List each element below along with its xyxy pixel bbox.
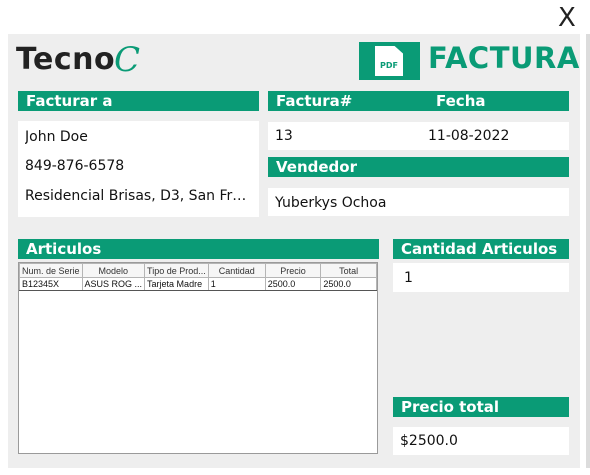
items-table-header-row: Num. de Serie Modelo Tipo de Prod... Can… bbox=[19, 263, 377, 278]
items-table: Num. de Serie Modelo Tipo de Prod... Can… bbox=[19, 263, 377, 291]
customer-address: Residencial Brisas, D3, San Fra... bbox=[25, 188, 253, 204]
brand-name: Tecno bbox=[16, 42, 116, 77]
cell-model[interactable]: ASUS ROG ... bbox=[81, 277, 146, 291]
pdf-icon: PDF bbox=[375, 46, 403, 76]
invoice-number: 13 bbox=[275, 128, 293, 144]
invoice-number-header: Factura# bbox=[276, 92, 353, 110]
cell-price[interactable]: 2500.0 bbox=[264, 277, 322, 291]
document-title: FACTURA bbox=[428, 41, 580, 75]
total-header: Precio total bbox=[393, 397, 569, 417]
column-header-price[interactable]: Precio bbox=[264, 263, 322, 278]
bill-to-box: John Doe 849-876-6578 Residencial Brisas… bbox=[18, 121, 259, 217]
invoice-date-header: Fecha bbox=[436, 92, 486, 110]
column-header-serial[interactable]: Num. de Serie bbox=[19, 263, 83, 278]
items-table-container[interactable]: Num. de Serie Modelo Tipo de Prod... Can… bbox=[18, 262, 378, 454]
quantity-box: 1 bbox=[393, 263, 569, 292]
total-value: $2500.0 bbox=[400, 433, 458, 449]
items-header: Articulos bbox=[18, 239, 379, 259]
customer-name: John Doe bbox=[25, 129, 88, 145]
close-icon[interactable]: X bbox=[558, 4, 576, 32]
column-header-type[interactable]: Tipo de Prod... bbox=[144, 263, 209, 278]
seller-header: Vendedor bbox=[268, 157, 569, 177]
bill-to-header: Facturar a bbox=[18, 91, 259, 111]
quantity-header: Cantidad Articulos bbox=[393, 239, 569, 259]
customer-phone: 849-876-6578 bbox=[25, 158, 125, 174]
invoice-date: 11-08-2022 bbox=[428, 128, 510, 144]
column-header-total[interactable]: Total bbox=[320, 263, 377, 278]
column-header-quantity[interactable]: Cantidad bbox=[207, 263, 266, 278]
window-edge bbox=[586, 34, 590, 468]
brand-mark: C bbox=[114, 40, 141, 80]
quantity-value: 1 bbox=[404, 270, 413, 286]
seller-name: Yuberkys Ochoa bbox=[275, 195, 387, 211]
table-row[interactable]: B12345X ASUS ROG ... Tarjeta Madre 1 250… bbox=[19, 277, 377, 291]
total-box: $2500.0 bbox=[393, 427, 569, 455]
cell-type[interactable]: Tarjeta Madre bbox=[144, 277, 209, 291]
column-header-model[interactable]: Modelo bbox=[81, 263, 146, 278]
invoice-header: Factura# Fecha bbox=[268, 91, 569, 111]
pdf-button[interactable]: PDF bbox=[359, 42, 420, 80]
cell-serial[interactable]: B12345X bbox=[19, 277, 83, 291]
invoice-info-box: 13 11-08-2022 bbox=[268, 122, 569, 150]
cell-total[interactable]: 2500.0 bbox=[320, 277, 377, 291]
cell-quantity[interactable]: 1 bbox=[207, 277, 266, 291]
seller-box: Yuberkys Ochoa bbox=[268, 188, 569, 216]
pdf-icon-label: PDF bbox=[380, 61, 398, 70]
